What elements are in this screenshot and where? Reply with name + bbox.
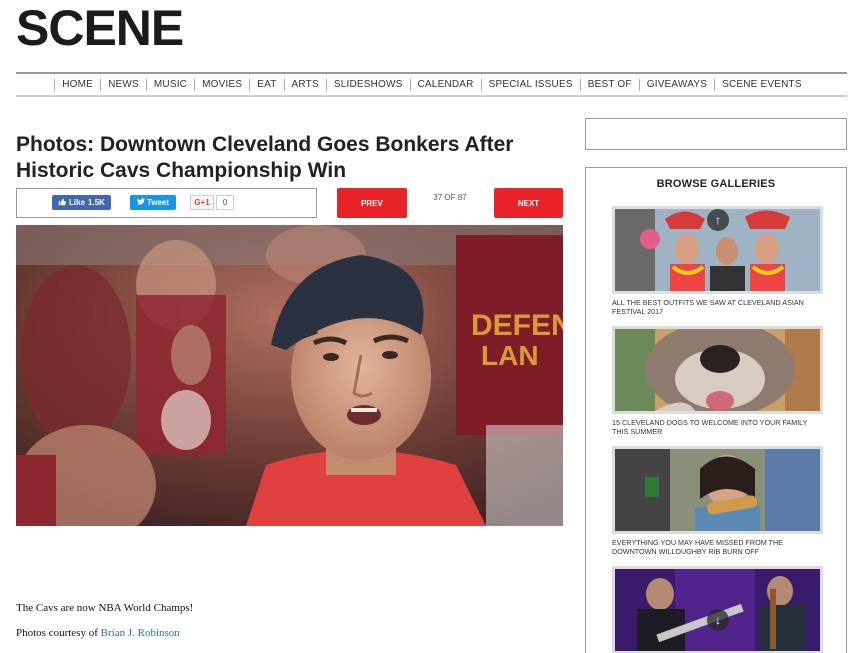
nav-movies[interactable]: MOVIES — [194, 78, 249, 91]
photo-caption: The Cavs are now NBA World Champs! — [16, 602, 194, 614]
like-count: 1.5K — [88, 198, 105, 207]
credit-prefix: Photos courtesy of — [16, 627, 101, 639]
nav-music[interactable]: MUSIC — [145, 78, 194, 91]
gallery-item-rib-burn-off[interactable]: EVERYTHING YOU MAY HAVE MISSED FROM THE … — [612, 446, 823, 556]
prev-button[interactable]: PREV — [337, 188, 407, 218]
arrow-down-icon[interactable]: ↓ — [707, 609, 729, 631]
nav-news[interactable]: NEWS — [100, 78, 146, 91]
like-label: Like — [69, 198, 86, 207]
google-plus-count: 0 — [216, 195, 234, 210]
gallery-item-concert[interactable]: ↓ — [612, 566, 823, 653]
slide-counter: 37 OF 87 — [433, 193, 467, 202]
gallery-thumb — [612, 326, 823, 414]
nav-best-of[interactable]: BEST OF — [579, 78, 639, 91]
main-nav: HOME NEWS MUSIC MOVIES EAT ARTS SLIDESHO… — [16, 72, 847, 97]
cavs-fan-photo: DEFEN LAN — [16, 225, 563, 526]
google-plus-button[interactable]: G+1 — [190, 195, 214, 210]
site-logo[interactable]: SCENE — [16, 2, 184, 54]
browse-galleries-panel: BROWSE GALLERIES ↑ ALL THE BEST OUTFITS … — [585, 167, 847, 653]
nav-giveaways[interactable]: GIVEAWAYS — [638, 78, 714, 91]
nav-arts[interactable]: ARTS — [283, 78, 326, 91]
browse-galleries-title: BROWSE GALLERIES — [656, 178, 776, 190]
rib-burn-off-thumbnail — [615, 449, 820, 531]
gallery-item-cleveland-dogs[interactable]: 15 CLEVELAND DOGS TO WELCOME INTO YOUR F… — [612, 326, 823, 436]
gallery-item-asian-festival[interactable]: ↑ ALL THE BEST OUTFITS WE SAW AT CLEVELA… — [612, 206, 823, 316]
gallery-label[interactable]: 15 CLEVELAND DOGS TO WELCOME INTO YOUR F… — [612, 418, 823, 436]
facebook-like-button[interactable]: Like 1.5K — [52, 195, 111, 210]
gallery-thumb: ↓ — [612, 566, 823, 653]
photo-credit: Photos courtesy of Brian J. Robinson — [16, 627, 180, 639]
gallery-thumb: ↑ — [612, 206, 823, 294]
gallery-thumb — [612, 446, 823, 534]
thumbs-up-icon — [58, 198, 66, 208]
article-headline: Photos: Downtown Cleveland Goes Bonkers … — [16, 133, 514, 182]
nav-home[interactable]: HOME — [54, 78, 100, 91]
gallery-label[interactable]: ALL THE BEST OUTFITS WE SAW AT CLEVELAND… — [612, 298, 823, 316]
arrow-up-icon[interactable]: ↑ — [707, 209, 729, 231]
nav-scene-events[interactable]: SCENE EVENTS — [714, 78, 809, 91]
nav-special-issues[interactable]: SPECIAL ISSUES — [480, 78, 580, 91]
slideshow-photo[interactable]: DEFEN LAN — [16, 225, 563, 526]
photographer-link[interactable]: Brian J. Robinson — [101, 627, 180, 639]
tweet-label: Tweet — [146, 198, 170, 207]
twitter-bird-icon — [136, 198, 145, 207]
svg-text:LAN: LAN — [481, 340, 539, 371]
share-bar: Like 1.5K Tweet G+1 0 — [16, 188, 317, 218]
tweet-button[interactable]: Tweet — [130, 195, 176, 210]
nav-eat[interactable]: EAT — [249, 78, 283, 91]
gallery-label[interactable]: EVERYTHING YOU MAY HAVE MISSED FROM THE … — [612, 538, 823, 556]
dog-thumbnail — [615, 329, 820, 411]
sidebar-search-box[interactable] — [585, 118, 847, 150]
svg-text:DEFEN: DEFEN — [471, 309, 563, 342]
nav-slideshows[interactable]: SLIDESHOWS — [325, 78, 410, 91]
nav-calendar[interactable]: CALENDAR — [409, 78, 481, 91]
next-button[interactable]: NEXT — [494, 188, 563, 218]
